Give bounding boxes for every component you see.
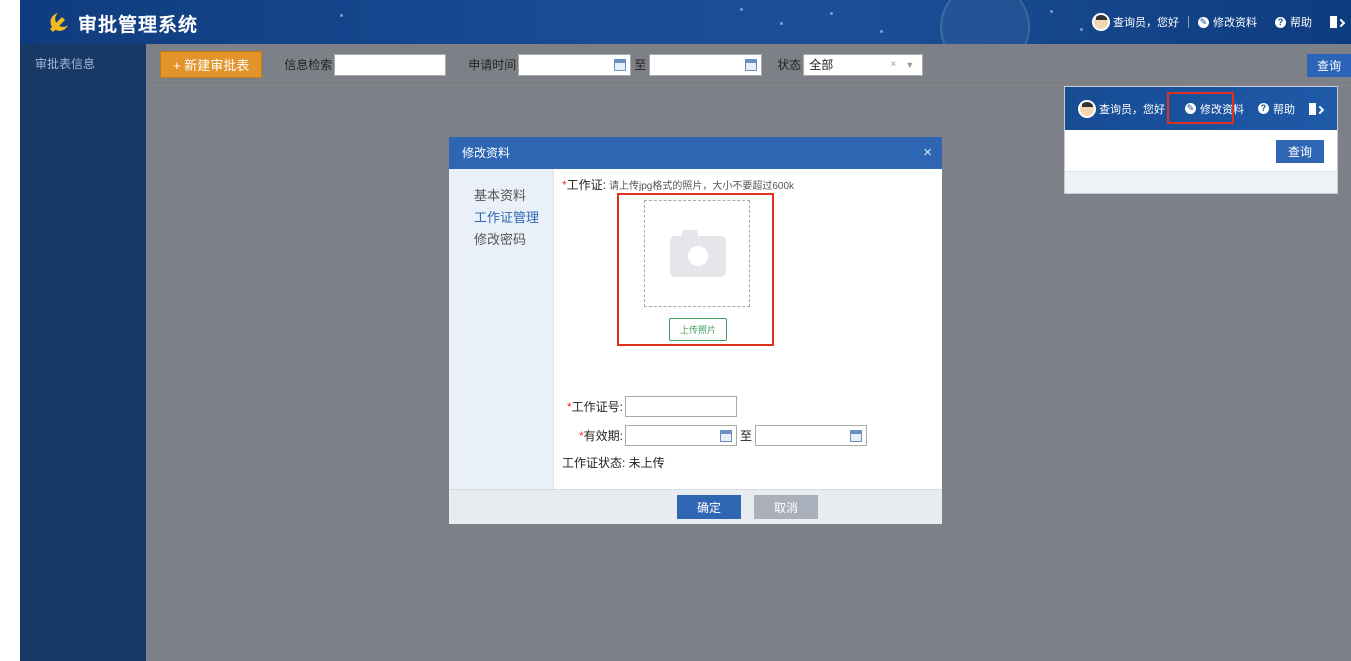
work-id-input[interactable] (625, 396, 738, 417)
search-label: 信息检索 (284, 58, 333, 72)
emblem-decoration (940, 0, 1030, 44)
sidebar-item-label: 审批表信息 (34, 57, 95, 71)
calendar-icon[interactable] (614, 58, 627, 71)
clear-icon[interactable]: × (890, 59, 896, 70)
sidebar: 审批表信息 (20, 44, 146, 661)
left-margin (0, 0, 20, 661)
highlight-box-photo (617, 193, 774, 346)
calendar-icon[interactable] (745, 58, 758, 71)
logout-icon (1330, 16, 1342, 28)
work-id-status: 工作证状态: 未上传 (562, 456, 665, 470)
logout-button[interactable] (1321, 16, 1351, 28)
calendar-icon[interactable] (850, 430, 863, 442)
highlight-box-edit-profile (1167, 92, 1234, 124)
sidebar-item-approval-info[interactable]: 审批表信息 (20, 44, 110, 84)
validity-row: * 有效期: 至 (579, 425, 868, 446)
status-value: 全部 (809, 58, 834, 72)
nav-change-password[interactable]: 修改密码 (449, 229, 553, 251)
search-input[interactable] (334, 53, 447, 76)
query-button[interactable]: 查询 (1307, 54, 1351, 77)
user-greeting-text: 查询员，您好 (1113, 17, 1179, 29)
cancel-button[interactable]: 取消 (754, 495, 818, 519)
callout-body: 查询 (1065, 130, 1337, 172)
avatar (1078, 99, 1096, 118)
to-label: 至 (634, 58, 647, 72)
help-label: 帮助 (1290, 17, 1312, 29)
help-icon: ? (1258, 103, 1269, 114)
modal-footer: 确定 取消 (449, 489, 942, 524)
nav-work-id[interactable]: 工作证管理 (449, 207, 553, 229)
confirm-button[interactable]: 确定 (677, 495, 741, 519)
photo-label-text: 工作证: (566, 178, 607, 192)
help-link[interactable]: ? 帮助 (1251, 101, 1302, 117)
validity-label: 有效期: (583, 429, 624, 443)
top-header: 审批管理系统 查询员，您好 ✎ 修改资料 ? 帮助 (20, 0, 1351, 44)
calendar-icon[interactable] (720, 430, 733, 442)
time-label: 申请时间 (468, 58, 517, 72)
work-id-label: 工作证号: (571, 400, 624, 414)
edit-profile-link[interactable]: ✎ 修改资料 (1189, 14, 1266, 30)
nav-basic-info[interactable]: 基本资料 (449, 185, 553, 207)
start-date-input[interactable] (518, 53, 632, 76)
user-greeting[interactable]: 查询员，您好 (1083, 13, 1188, 31)
app-title: 审批管理系统 (78, 15, 199, 36)
logout-icon (1309, 102, 1321, 115)
photo-field-label: *工作证: 请上传jpg格式的照片，大小不要超过600k (562, 176, 794, 193)
status-label: 状态 (777, 58, 802, 72)
help-link[interactable]: ? 帮助 (1266, 14, 1321, 30)
help-icon: ? (1275, 16, 1286, 28)
work-id-row: * 工作证号: (567, 396, 738, 417)
end-date-input[interactable] (649, 53, 763, 76)
help-label: 帮助 (1273, 103, 1295, 116)
party-emblem-icon (50, 13, 68, 32)
header-user-bar: 查询员，您好 ✎ 修改资料 ? 帮助 (1083, 0, 1351, 44)
validity-end-input[interactable] (755, 425, 868, 446)
avatar (1092, 13, 1110, 31)
edit-icon: ✎ (1198, 16, 1209, 28)
modal-nav: 基本资料 工作证管理 修改密码 (449, 169, 554, 489)
chevron-down-icon[interactable]: ▼ (905, 60, 914, 70)
toolbar: + 新建审批表 信息检索 申请时间 至 状态 全部 × ▼ 查询 (146, 44, 1351, 85)
to-label: 至 (740, 429, 753, 443)
edit-profile-label: 修改资料 (1213, 17, 1257, 29)
callout-footer (1065, 172, 1337, 193)
modal-header: 修改资料 × (449, 137, 942, 169)
new-approval-button[interactable]: + 新建审批表 (160, 51, 263, 78)
close-icon[interactable]: × (923, 137, 932, 169)
query-button[interactable]: 查询 (1276, 140, 1324, 163)
validity-start-input[interactable] (625, 425, 738, 446)
logout-button[interactable] (1302, 102, 1328, 115)
user-greeting-text: 查询员，您好 (1099, 103, 1165, 116)
modal-title: 修改资料 (462, 146, 511, 160)
status-select[interactable]: 全部 × ▼ (803, 53, 924, 76)
user-greeting[interactable]: 查询员，您好 (1071, 99, 1172, 118)
photo-hint: 请上传jpg格式的照片，大小不要超过600k (609, 181, 795, 192)
